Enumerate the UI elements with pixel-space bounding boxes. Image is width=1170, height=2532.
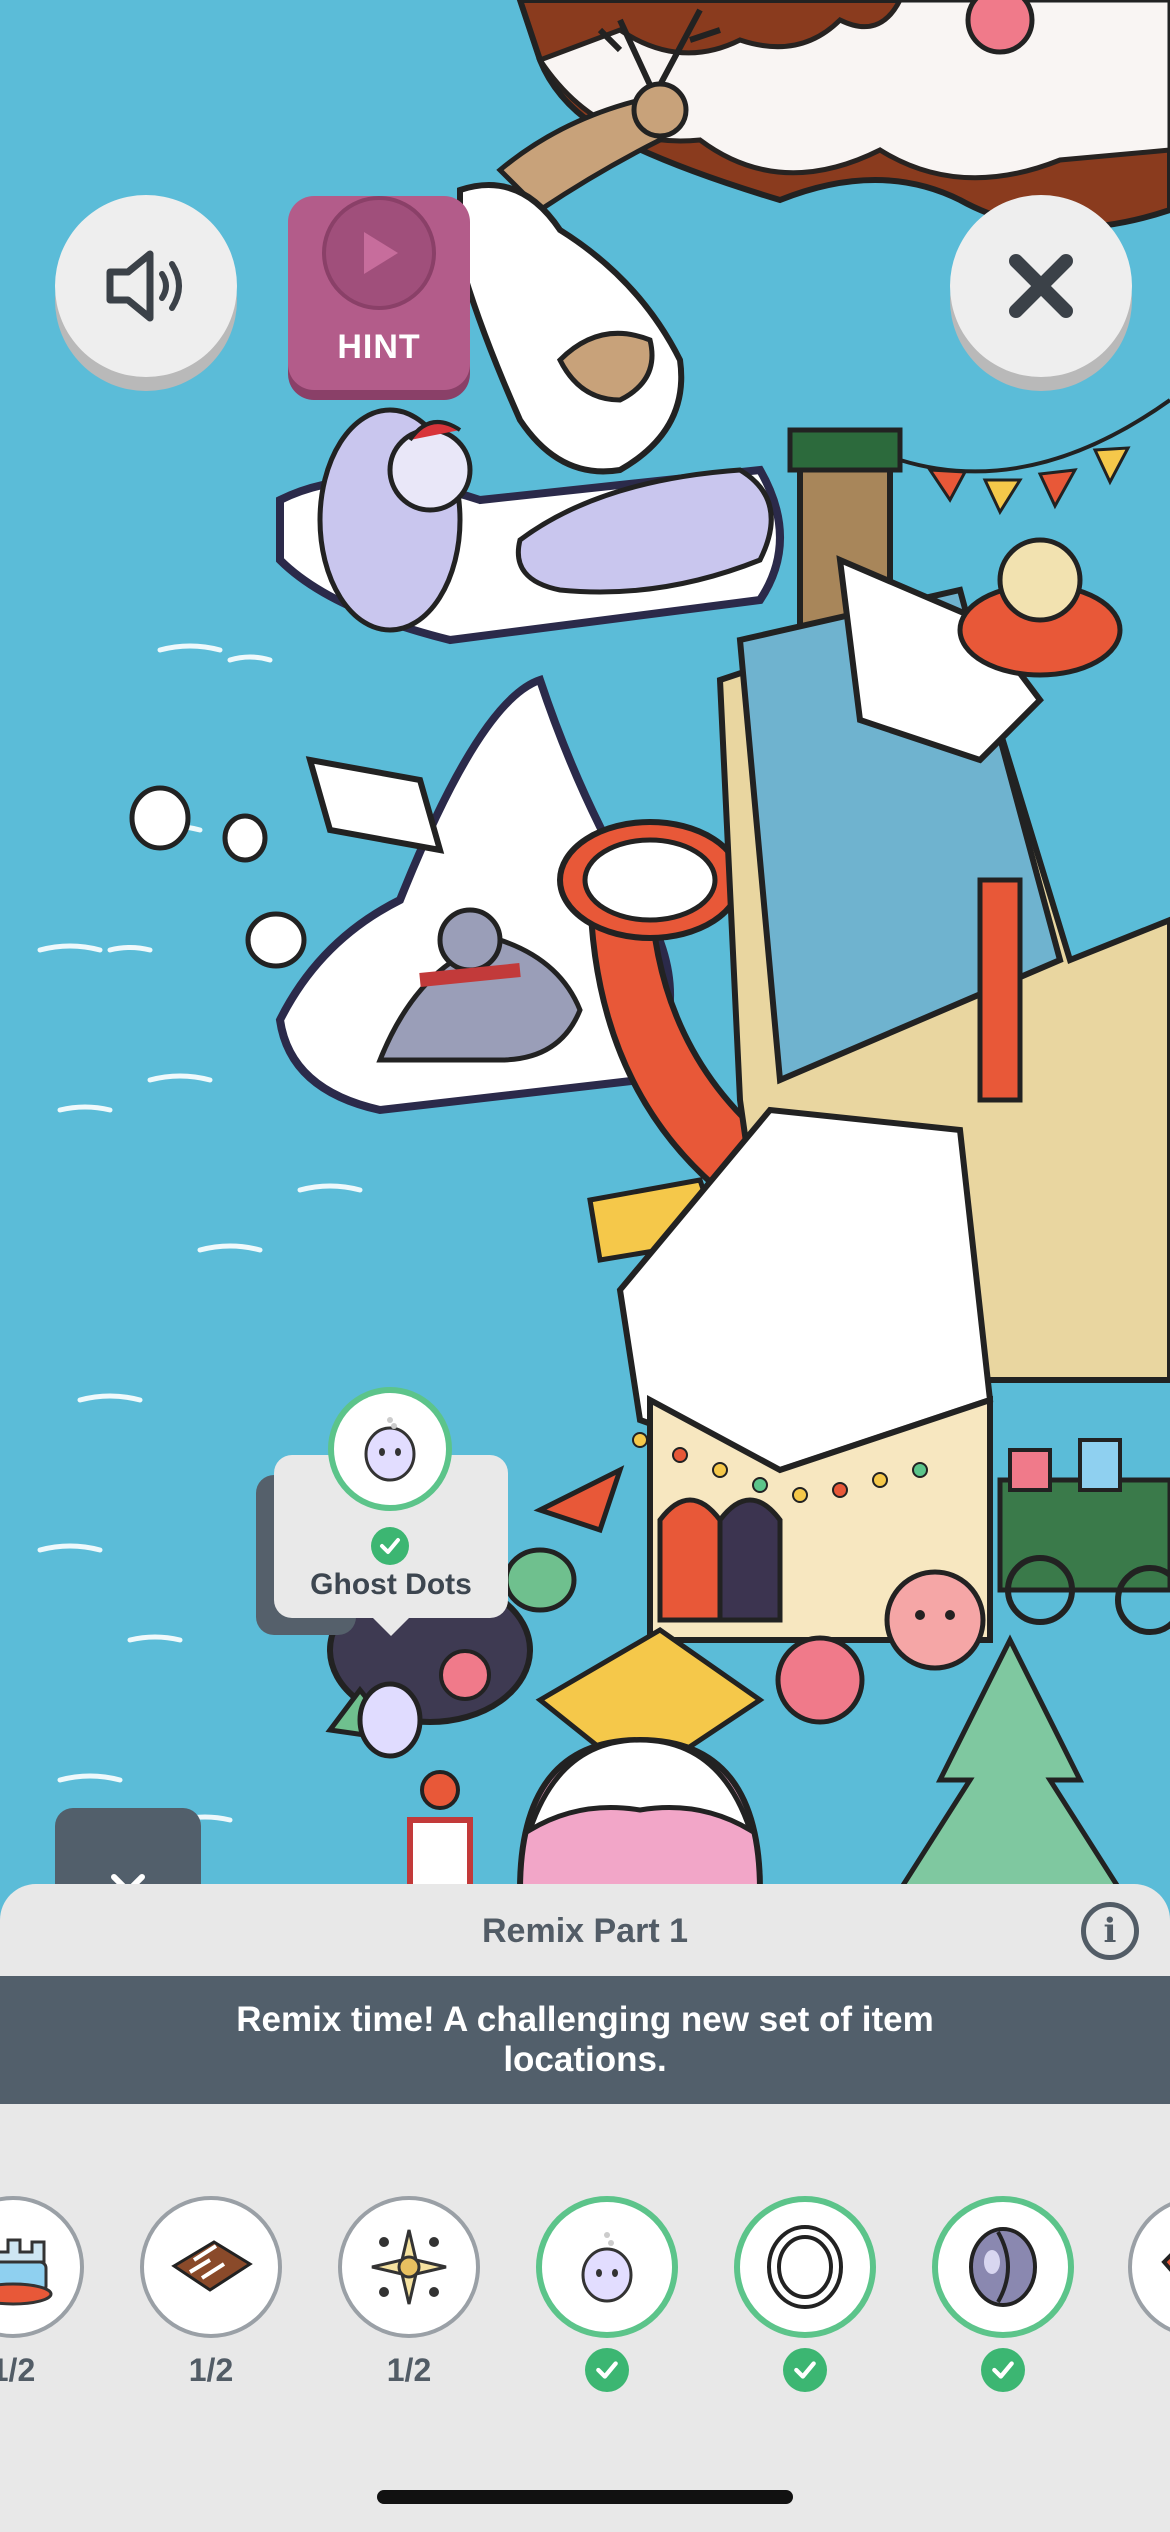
- item-castle-cake[interactable]: [0, 2196, 84, 2338]
- item-list[interactable]: 1/2 1/2 1/2: [0, 1884, 1170, 2532]
- close-icon: [1009, 254, 1073, 318]
- item-ring[interactable]: [734, 2196, 876, 2338]
- water-ripples: [37, 643, 363, 1823]
- item-moon-stone-check-icon: [981, 2348, 1025, 2392]
- house-window: [977, 877, 1023, 1103]
- popup-item-name: Ghost Dots: [310, 1568, 472, 1601]
- speaker-icon: [106, 250, 182, 322]
- ice-cliff: [457, 182, 685, 475]
- item-ghost-dots[interactable]: [536, 2196, 678, 2338]
- cookie: [997, 537, 1083, 623]
- popup-item-thumbnail: [328, 1387, 452, 1511]
- hint-label: HINT: [337, 328, 421, 366]
- popup-check-icon: [371, 1527, 409, 1565]
- star-ornament-icon: [371, 2229, 447, 2305]
- item-ring-check-icon: [783, 2348, 827, 2392]
- ghost-dots-icon: [581, 2232, 633, 2303]
- ghost-dots-icon: [364, 1417, 416, 1482]
- gift-cart: [997, 1477, 1170, 1593]
- play-icon: [322, 196, 436, 310]
- ice-floes: [129, 785, 307, 969]
- ghost-dots-in-scene: [357, 1681, 423, 1759]
- item-red-gem[interactable]: [1128, 2196, 1170, 2338]
- item-chocolate-slab[interactable]: [140, 2196, 282, 2338]
- moon-stone-icon: [969, 2227, 1037, 2307]
- item-chocolate-slab-progress: 1/2: [188, 2352, 234, 2388]
- item-panel: Remix Part 1 i Remix time! A challenging…: [0, 1884, 1170, 2532]
- smiling-face: [884, 1569, 986, 1671]
- lantern-post: [407, 1817, 473, 1890]
- sound-button[interactable]: [55, 195, 237, 377]
- ring-icon: [767, 2225, 843, 2309]
- boat: [305, 756, 445, 854]
- item-moon-stone[interactable]: [932, 2196, 1074, 2338]
- item-castle-cake-progress: 1/2: [0, 2352, 36, 2388]
- item-ghost-dots-check-icon: [585, 2348, 629, 2392]
- castle-cake-icon: [0, 2238, 53, 2306]
- close-button[interactable]: [950, 195, 1132, 377]
- item-star-ornament[interactable]: [338, 2196, 480, 2338]
- ornament-pink: [775, 1635, 865, 1725]
- red-gem-icon: [1161, 2253, 1170, 2272]
- home-indicator[interactable]: [377, 2490, 793, 2504]
- popup-tail: [371, 1616, 411, 1636]
- chocolate-slab-icon: [171, 2240, 253, 2292]
- item-star-ornament-progress: 1/2: [386, 2352, 432, 2388]
- bunting: [899, 398, 1170, 516]
- hint-button[interactable]: HINT: [288, 196, 470, 390]
- pine-tree: [897, 1634, 1123, 1890]
